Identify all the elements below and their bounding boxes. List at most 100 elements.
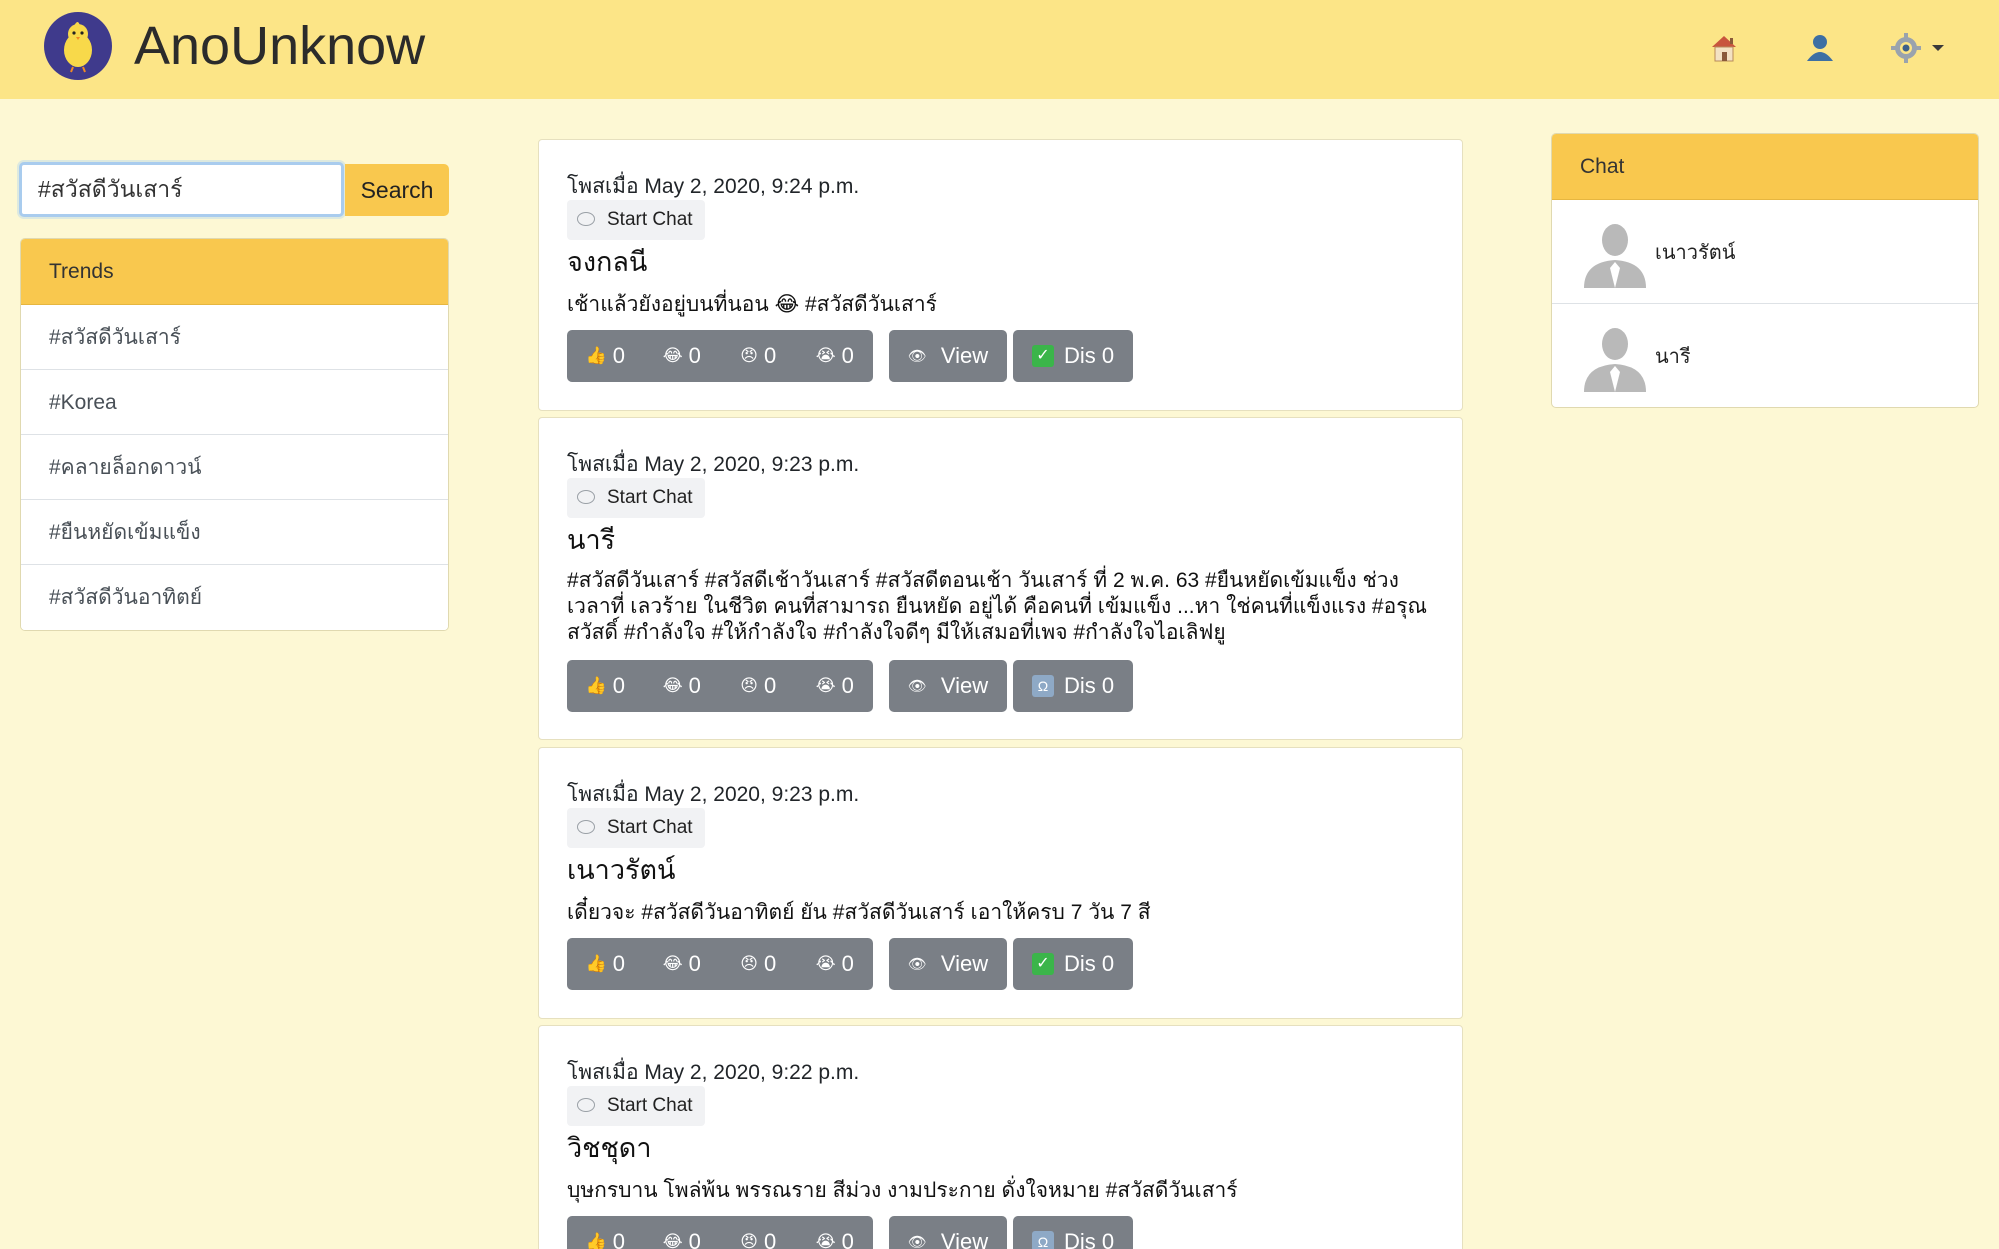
view-button[interactable]: 👁 View (889, 330, 1007, 382)
laugh-button[interactable]: 😂 0 (644, 660, 721, 712)
laughing-face-icon: 😂 (662, 1232, 683, 1249)
home-icon[interactable] (1704, 28, 1744, 68)
eye-icon: 👁 (907, 956, 927, 973)
laugh-count: 0 (688, 673, 701, 698)
laugh-count: 0 (688, 951, 701, 976)
view-label: View (940, 951, 989, 976)
cry-count: 0 (841, 1229, 854, 1249)
laugh-count: 0 (688, 1229, 701, 1249)
eye-icon: 👁 (907, 1234, 927, 1249)
thumbs-up-icon: 👍 (585, 346, 607, 365)
like-button[interactable]: 👍 0 (567, 1216, 644, 1249)
thumbs-up-icon: 👍 (585, 1232, 607, 1249)
view-button[interactable]: 👁 View (889, 1216, 1007, 1249)
like-button[interactable]: 👍 0 (567, 330, 644, 382)
post-timestamp: โพสเมื่อ May 2, 2020, 9:23 p.m. (567, 783, 860, 806)
start-chat-label: Start Chat (607, 1095, 693, 1116)
sign-icon: Ω (1031, 1231, 1054, 1249)
trends-panel: Trends #สวัสดีวันเสาร์ #Korea #คลายล็อกด… (20, 238, 449, 631)
angry-count: 0 (763, 673, 777, 698)
speech-bubble-icon (577, 820, 595, 834)
chick-logo-icon[interactable] (44, 12, 112, 80)
chat-user-name: นารี (1655, 346, 1691, 368)
start-chat-button[interactable]: Start Chat (567, 808, 705, 848)
eye-icon: 👁 (907, 348, 927, 365)
search-input[interactable] (19, 162, 344, 217)
start-chat-label: Start Chat (607, 209, 693, 230)
check-icon: ✓ (1031, 953, 1054, 975)
chat-user-item[interactable]: นารี (1552, 304, 1978, 407)
trend-item[interactable]: #สวัสดีวันอาทิตย์ (21, 565, 448, 630)
cry-count: 0 (841, 951, 854, 976)
angry-button[interactable]: 😠 0 (720, 1216, 797, 1249)
laughing-face-icon: 😂 (662, 676, 683, 695)
angry-count: 0 (763, 951, 777, 976)
start-chat-button[interactable]: Start Chat (567, 1086, 705, 1126)
crying-face-icon: 😭 (815, 954, 836, 973)
cry-count: 0 (841, 673, 854, 698)
reaction-group: 👍 0 😂 0 😠 0 😭 0 (567, 660, 873, 712)
laugh-button[interactable]: 😂 0 (644, 330, 721, 382)
cry-button[interactable]: 😭 0 (797, 1216, 874, 1249)
post-author: นารี (567, 525, 616, 555)
post-card: โพสเมื่อ May 2, 2020, 9:24 p.m. Start Ch… (538, 139, 1463, 411)
dis-button[interactable]: ✓ Dis 0 (1013, 330, 1133, 382)
like-button[interactable]: 👍 0 (567, 938, 644, 990)
dis-button[interactable]: ✓ Dis 0 (1013, 938, 1133, 990)
dis-button[interactable]: Ω Dis 0 (1013, 1216, 1133, 1249)
chat-panel: Chat เนาวรัตน์ นารี (1551, 133, 1979, 408)
check-icon: ✓ (1031, 345, 1054, 367)
view-button[interactable]: 👁 View (889, 938, 1007, 990)
trend-item[interactable]: #ยืนหยัดเข้มแข็ง (21, 500, 448, 565)
angry-button[interactable]: 😠 0 (720, 938, 797, 990)
cry-button[interactable]: 😭 0 (797, 660, 874, 712)
cry-count: 0 (841, 343, 854, 368)
settings-dropdown[interactable] (1888, 28, 1952, 68)
post-body: เดี๋ยวจะ #สวัสดีวันอาทิตย์ ยัน #สวัสดีวั… (567, 901, 1151, 924)
view-label: View (940, 673, 989, 698)
start-chat-button[interactable]: Start Chat (567, 478, 705, 518)
post-body: บุษกรบาน โพล่พ้น พรรณราย สีม่วง งามประกา… (567, 1179, 1238, 1202)
like-count: 0 (612, 343, 625, 368)
angry-face-icon: 😠 (740, 1232, 758, 1249)
like-button[interactable]: 👍 0 (567, 660, 644, 712)
angry-button[interactable]: 😠 0 (720, 660, 797, 712)
post-body: #สวัสดีวันเสาร์ #สวัสดีเช้าวันเสาร์ #สวั… (567, 569, 1427, 644)
crying-face-icon: 😭 (815, 1232, 836, 1249)
trend-item[interactable]: #สวัสดีวันเสาร์ (21, 305, 448, 370)
avatar-icon (1584, 328, 1646, 392)
laugh-count: 0 (688, 343, 701, 368)
trend-item[interactable]: #คลายล็อกดาวน์ (21, 435, 448, 500)
search-button[interactable]: Search (345, 164, 449, 216)
speech-bubble-icon (577, 1098, 595, 1112)
speech-bubble-icon (577, 490, 595, 504)
avatar-icon (1584, 224, 1646, 288)
laughing-face-icon: 😂 (662, 954, 683, 973)
trends-header: Trends (21, 239, 448, 305)
post-card: โพสเมื่อ May 2, 2020, 9:23 p.m. Start Ch… (538, 747, 1463, 1019)
brand-name[interactable]: AnoUnknow (134, 14, 425, 78)
laugh-button[interactable]: 😂 0 (644, 1216, 721, 1249)
laugh-button[interactable]: 😂 0 (644, 938, 721, 990)
dis-label: Dis 0 (1063, 673, 1115, 698)
start-chat-label: Start Chat (607, 817, 693, 838)
view-button[interactable]: 👁 View (889, 660, 1007, 712)
eye-icon: 👁 (907, 678, 927, 695)
dis-button[interactable]: Ω Dis 0 (1013, 660, 1133, 712)
post-timestamp: โพสเมื่อ May 2, 2020, 9:23 p.m. (567, 453, 860, 476)
cry-button[interactable]: 😭 0 (797, 330, 874, 382)
cry-button[interactable]: 😭 0 (797, 938, 874, 990)
angry-count: 0 (763, 1229, 777, 1249)
thumbs-up-icon: 👍 (585, 954, 607, 973)
start-chat-button[interactable]: Start Chat (567, 200, 705, 240)
trend-item[interactable]: #Korea (21, 370, 448, 435)
chat-user-item[interactable]: เนาวรัตน์ (1552, 200, 1978, 304)
angry-face-icon: 😠 (740, 954, 758, 973)
gear-icon (1891, 33, 1921, 63)
user-icon[interactable] (1800, 28, 1840, 68)
dis-label: Dis 0 (1063, 343, 1115, 368)
post-author: วิชชุดา (567, 1133, 652, 1163)
reaction-group: 👍 0 😂 0 😠 0 😭 0 (567, 330, 873, 382)
angry-button[interactable]: 😠 0 (720, 330, 797, 382)
sign-icon: Ω (1031, 675, 1054, 697)
